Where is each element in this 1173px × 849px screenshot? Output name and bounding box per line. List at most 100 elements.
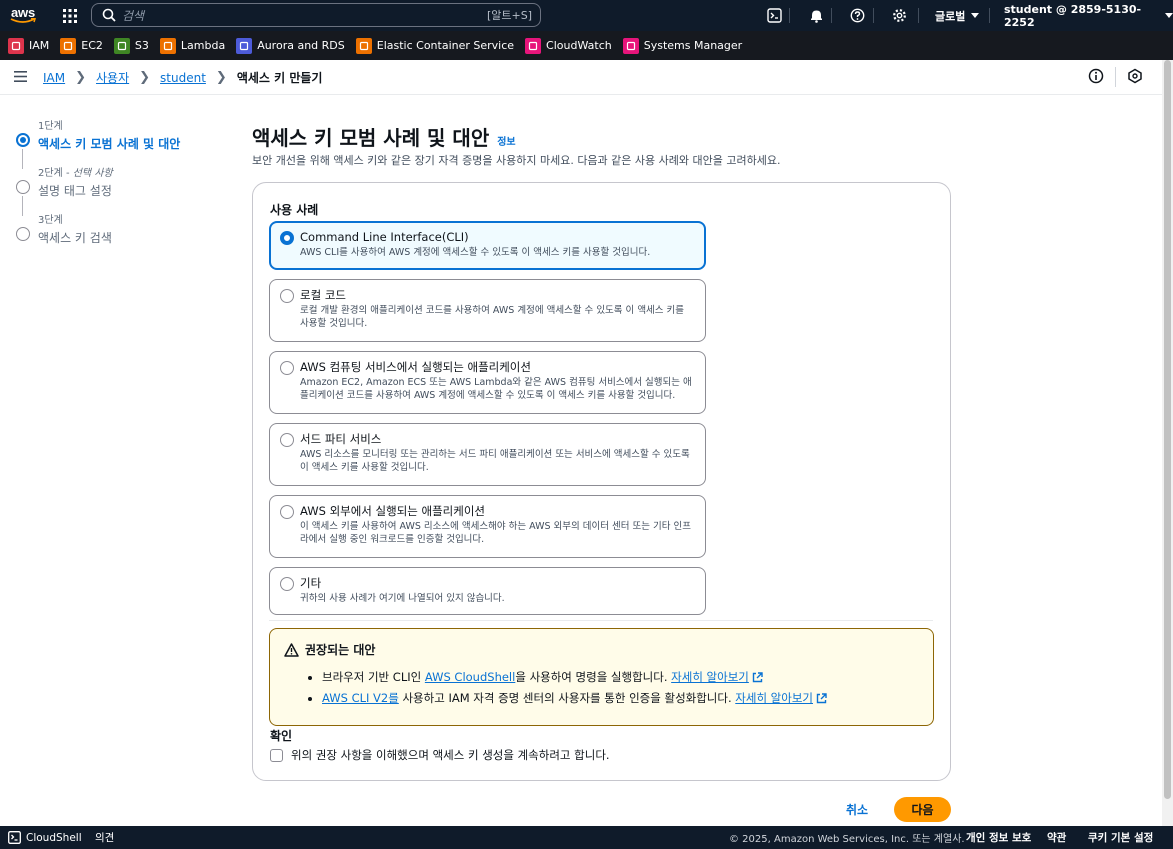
- option-local-code[interactable]: 로컬 코드 로컬 개발 환경의 애플리케이션 코드를 사용하여 AWS 계정에 …: [269, 279, 706, 342]
- favorite-lambda[interactable]: Lambda: [159, 37, 226, 54]
- chevron-down-icon: [1165, 13, 1173, 18]
- step-number-label: 2단계 - 선택 사항: [38, 164, 216, 179]
- notifications-bell-icon[interactable]: [801, 0, 831, 31]
- option-title: Command Line Interface(CLI): [300, 230, 469, 244]
- nav-divider: [831, 8, 832, 23]
- region-selector[interactable]: 글로벌: [935, 0, 980, 31]
- wizard-step-1[interactable]: 1단계 액세스 키 모범 사례 및 대안: [16, 117, 216, 169]
- favorite-elastic-container-service[interactable]: Elastic Container Service: [355, 37, 515, 54]
- s3-icon: [113, 37, 130, 54]
- ecs-icon: [355, 37, 372, 54]
- external-link-icon: [752, 672, 763, 683]
- alert-header: 권장되는 대안: [284, 641, 375, 658]
- settings-gear-icon[interactable]: [884, 0, 914, 31]
- cancel-button[interactable]: 취소: [846, 801, 868, 818]
- option-description: AWS CLI를 사용하여 AWS 계정에 액세스할 수 있도록 이 액세스 키…: [300, 247, 651, 258]
- recommended-alternatives-alert: 권장되는 대안 브라우저 기반 CLI인 AWS CloudShell을 사용하…: [269, 628, 934, 726]
- cloudwatch-icon: [525, 37, 542, 54]
- info-icon[interactable]: [1088, 68, 1106, 86]
- favorite-iam[interactable]: IAM: [8, 37, 50, 54]
- cloudshell-label: CloudShell: [26, 831, 82, 844]
- favorite-label: CloudWatch: [546, 39, 612, 52]
- option-description: Amazon EC2, Amazon ECS 또는 AWS Lambda와 같은…: [300, 377, 692, 401]
- learn-more-link[interactable]: 자세히 알아보기: [671, 670, 763, 684]
- rds-icon: [236, 37, 253, 54]
- option-title: 로컬 코드: [300, 288, 346, 302]
- confirm-checkbox[interactable]: [270, 748, 283, 762]
- privacy-link[interactable]: 개인 정보 보호: [966, 830, 1031, 845]
- radio-icon[interactable]: [280, 289, 294, 303]
- cloudshell-button[interactable]: CloudShell: [8, 831, 82, 844]
- wizard-step-3[interactable]: 3단계 액세스 키 검색: [16, 211, 216, 258]
- toolbar-divider: [1115, 67, 1116, 87]
- option-description: 로컬 개발 환경의 애플리케이션 코드를 사용하여 AWS 계정에 액세스할 수…: [300, 305, 685, 329]
- radio-selected-icon[interactable]: [280, 231, 294, 245]
- radio-icon[interactable]: [280, 505, 294, 519]
- breadcrumb-users[interactable]: 사용자: [96, 69, 129, 86]
- learn-more-link[interactable]: 자세히 알아보기: [735, 691, 827, 705]
- menu-hamburger-icon[interactable]: [14, 71, 27, 85]
- search-input[interactable]: 검색 [알트+S]: [91, 3, 541, 27]
- list-item: AWS CLI V2를 사용하고 IAM 자격 증명 센터의 사용자를 통한 인…: [322, 690, 827, 706]
- option-aws-compute[interactable]: AWS 컴퓨팅 서비스에서 실행되는 애플리케이션 Amazon EC2, Am…: [269, 351, 706, 414]
- option-other[interactable]: 기타 귀하의 사용 사례가 여기에 나열되어 있지 않습니다.: [269, 567, 706, 615]
- help-icon[interactable]: [842, 0, 872, 31]
- breadcrumb-iam[interactable]: IAM: [43, 71, 65, 85]
- next-button[interactable]: 다음: [894, 797, 951, 822]
- page-title: 액세스 키 모범 사례 및 대안 정보: [252, 122, 516, 151]
- favorite-aurora-and-rds[interactable]: Aurora and RDS: [236, 37, 345, 54]
- favorite-ec2[interactable]: EC2: [60, 37, 103, 54]
- wizard-step-2[interactable]: 2단계 - 선택 사항 설명 태그 설정: [16, 164, 216, 216]
- external-link-icon: [816, 693, 827, 704]
- use-case-card: 사용 사례 Command Line Interface(CLI) AWS CL…: [252, 182, 951, 781]
- favorites-bar: IAM EC2 S3 Lambda Aurora and RDS Elastic Cont…: [0, 31, 1173, 60]
- breadcrumb-bar: IAM ❯ 사용자 ❯ student ❯ 액세스 키 만들기: [0, 60, 1162, 95]
- option-outside-aws[interactable]: AWS 외부에서 실행되는 애플리케이션 이 액세스 키를 사용하여 AWS 리…: [269, 495, 706, 558]
- favorite-s3[interactable]: S3: [113, 37, 149, 54]
- favorite-label: IAM: [29, 39, 50, 52]
- step-number-label: 1단계: [38, 121, 63, 132]
- option-title: 서드 파티 서비스: [300, 432, 382, 446]
- step-title: 액세스 키 검색: [38, 231, 112, 245]
- terms-link[interactable]: 약관: [1047, 830, 1066, 845]
- radio-icon[interactable]: [280, 577, 294, 591]
- breadcrumb-student[interactable]: student: [160, 71, 206, 85]
- option-title: AWS 외부에서 실행되는 애플리케이션: [300, 504, 485, 518]
- favorite-cloudwatch[interactable]: CloudWatch: [525, 37, 612, 54]
- favorite-label: Elastic Container Service: [376, 39, 515, 52]
- ec2-icon: [60, 37, 77, 54]
- favorite-label: Systems Manager: [643, 39, 743, 52]
- page-title-text: 액세스 키 모범 사례 및 대안: [252, 126, 490, 150]
- radio-icon[interactable]: [280, 433, 294, 447]
- confirm-text: 위의 권장 사항을 이해했으며 액세스 키 생성을 계속하려고 합니다.: [291, 748, 610, 762]
- nav-divider: [873, 8, 874, 23]
- nav-divider: [918, 8, 919, 23]
- info-link[interactable]: 정보: [497, 133, 515, 148]
- favorite-label: Lambda: [180, 39, 226, 52]
- confirm-checkbox-row[interactable]: 위의 권장 사항을 이해했으며 액세스 키 생성을 계속하려고 합니다.: [270, 747, 610, 763]
- favorite-label: S3: [134, 39, 149, 52]
- option-third-party[interactable]: 서드 파티 서비스 AWS 리소스를 모니터링 또는 관리하는 서드 파티 애플…: [269, 423, 706, 486]
- learn-more-label: 자세히 알아보기: [735, 691, 813, 705]
- favorite-label: Aurora and RDS: [257, 39, 345, 52]
- alert-text: 브라우저 기반 CLI인: [322, 670, 425, 684]
- scrollbar-thumb[interactable]: [1164, 60, 1171, 799]
- feedback-link[interactable]: 의견: [95, 830, 114, 845]
- account-menu[interactable]: student @ 2859-5130-2252: [1004, 0, 1173, 31]
- aws-cli-v2-link[interactable]: AWS CLI V2를: [322, 691, 399, 705]
- services-menu-icon[interactable]: [55, 0, 85, 31]
- cloudshell-link[interactable]: AWS CloudShell: [425, 670, 515, 684]
- aws-logo[interactable]: aws: [1, 0, 45, 31]
- cookie-preferences-link[interactable]: 쿠키 기본 설정: [1088, 830, 1153, 845]
- chevron-right-icon: ❯: [139, 70, 151, 85]
- security-shield-icon[interactable]: [1127, 68, 1145, 86]
- radio-icon[interactable]: [280, 361, 294, 375]
- cloudshell-icon[interactable]: [759, 0, 789, 31]
- scrollbar[interactable]: [1162, 60, 1173, 826]
- warning-icon: [284, 642, 299, 657]
- ssm-icon: [622, 37, 639, 54]
- option-cli[interactable]: Command Line Interface(CLI) AWS CLI를 사용하…: [269, 221, 706, 270]
- option-description: 이 액세스 키를 사용하여 AWS 리소스에 액세스해야 하는 AWS 외부의 …: [300, 521, 691, 545]
- favorite-systems-manager[interactable]: Systems Manager: [622, 37, 743, 54]
- breadcrumb-current: 액세스 키 만들기: [236, 71, 323, 85]
